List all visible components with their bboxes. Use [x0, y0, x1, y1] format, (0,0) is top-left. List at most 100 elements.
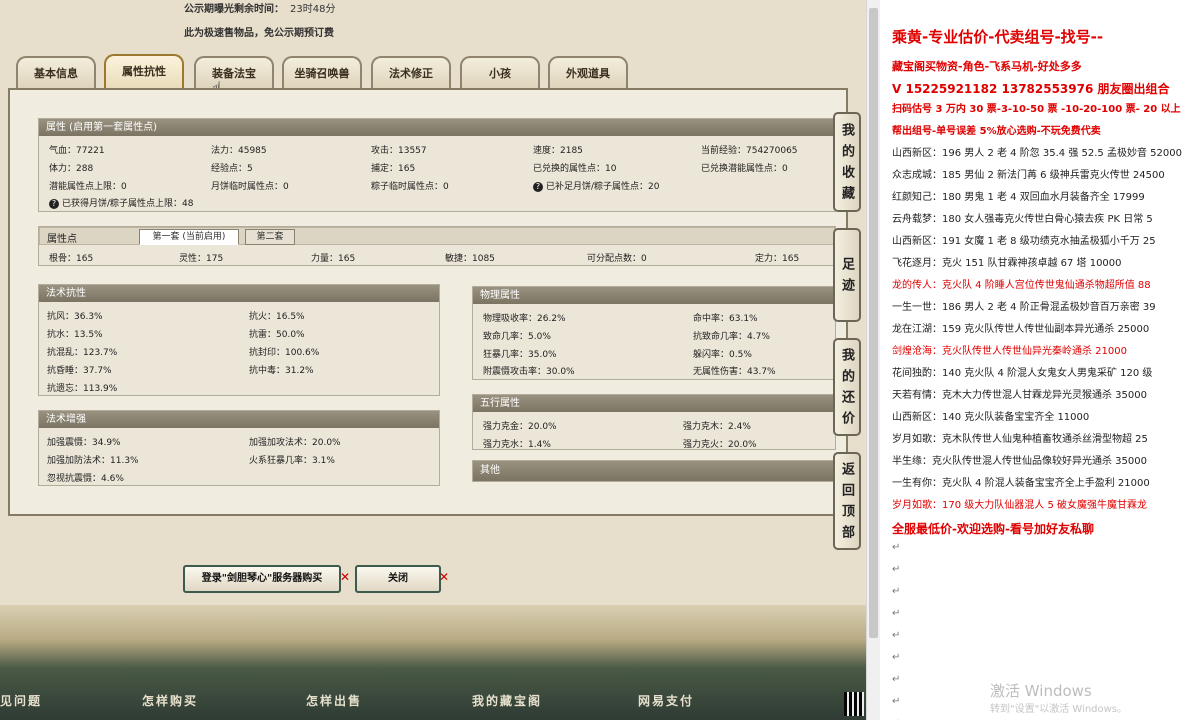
document-line: 扫码估号 3 万内 30 票-3-10-50 票 -10-20-100 票- 2…	[892, 104, 1181, 115]
document-line: 山西新区：196 男人 2 老 4 阶忽 35.4 强 52.5 孟极妙音 52…	[892, 148, 1182, 159]
attr-value: 潜能属性点上限：0	[49, 182, 127, 192]
phys-value: 抗致命几率：4.7%	[693, 332, 770, 342]
attr-value-text: 已补足月饼/粽子属性点：20	[546, 182, 660, 192]
element-value: 强力克水：1.4%	[483, 440, 551, 450]
resist-value: 抗昏睡：37.7%	[47, 366, 112, 376]
document-line: 半生缘：克火队传世混人传世仙品像较好异光通杀 35000	[892, 456, 1147, 467]
page-footer	[0, 605, 866, 720]
publicity-time: 公示期曝光剩余时间： 23时48分	[184, 0, 335, 15]
boost-value: 加强震慑：34.9%	[47, 438, 121, 448]
tab-basic-info[interactable]: 基本信息	[16, 56, 96, 90]
tab-children[interactable]: 小孩	[460, 56, 540, 90]
points-title: 属性点	[47, 234, 77, 245]
activation-watermark-title: 激活 Windows	[990, 682, 1092, 700]
spell-resist-title: 法术抗性	[39, 285, 439, 302]
help-icon[interactable]: ?	[49, 199, 59, 209]
point-value: 敏捷：1085	[445, 254, 495, 264]
five-elements-title: 五行属性	[473, 395, 835, 412]
publicity-label: 公示期曝光剩余时间：	[184, 4, 284, 15]
content-frame: 属性 (启用第一套属性点) 气血：77221 法力：45985 攻击：13557…	[8, 88, 848, 516]
point-value: 灵性：175	[179, 254, 224, 264]
boost-value: 加强加攻法术：20.0%	[249, 438, 341, 448]
tab-appearance[interactable]: 外观道具	[548, 56, 628, 90]
attr-value: 法力：45985	[211, 146, 267, 156]
footer-link[interactable]: 见问题	[0, 692, 42, 709]
document-line: 剑煌沧海：克火队传世人传世仙异光秦岭通杀 21000	[892, 346, 1127, 357]
attr-value: 气血：77221	[49, 146, 105, 156]
tab-attribute-resist[interactable]: 属性抗性	[104, 54, 184, 90]
resist-value: 抗风：36.3%	[47, 312, 103, 322]
element-value: 强力克火：20.0%	[683, 440, 757, 450]
tab-equipment[interactable]: 装备法宝	[194, 56, 274, 90]
login-server-buy-button[interactable]: 登录"剑胆琴心"服务器购买	[183, 565, 341, 593]
close-button[interactable]: 关闭	[355, 565, 441, 593]
resist-value: 抗水：13.5%	[47, 330, 103, 340]
game-trade-page: 公示期曝光剩余时间： 23时48分 此为极速售物品，免公示期预订费 基本信息 属性…	[0, 0, 866, 720]
activation-watermark-subtitle: 转到"设置"以激活 Windows。	[990, 704, 1128, 715]
footer-link[interactable]: 怎样购买	[142, 692, 198, 709]
document-line: 一生有你：克火队 4 阶混人装备宝宝齐全上手盈利 21000	[892, 478, 1150, 489]
close-mark-icon: ✕	[439, 570, 450, 584]
document-line: 山西新区：140 克火队装备宝宝齐全 11000	[892, 412, 1090, 423]
document-line: 龙的传人：克火队 4 阶睡人宫位传世鬼仙通杀物超所值 88	[892, 280, 1151, 291]
paragraph-mark-icon: ↵	[892, 696, 901, 707]
attr-value: 已兑换的属性点：10	[533, 164, 617, 174]
physical-title: 物理属性	[473, 287, 835, 304]
phys-value: 躲闪率：0.5%	[693, 350, 752, 360]
paragraph-mark-icon: ↵	[892, 652, 901, 663]
phys-value: 狂暴几率：35.0%	[483, 350, 557, 360]
document-line: 帮出组号-单号误差 5%放心选购-不玩免费代卖	[892, 126, 1101, 137]
attr-value: 当前经验：754270065	[701, 146, 798, 156]
boost-value: 忽视抗震慑：4.6%	[47, 474, 124, 484]
attr-value: 速度：2185	[533, 146, 583, 156]
resist-value: 抗混乱：123.7%	[47, 348, 118, 358]
paragraph-mark-icon: ↵	[892, 564, 901, 575]
other-panel[interactable]: 其他	[472, 460, 836, 482]
document-line: 岁月如歌：170 级大力队仙器混人 5 破女魔强牛魔甘霖龙	[892, 500, 1147, 511]
element-value: 强力克木：2.4%	[683, 422, 751, 432]
tab-point-set-2[interactable]: 第二套	[245, 229, 295, 245]
attr-value: 攻击：13557	[371, 146, 427, 156]
publicity-value: 23时48分	[290, 4, 336, 15]
attr-value: 已兑换潜能属性点：0	[701, 164, 788, 174]
document-line: 众志成城：185 男仙 2 新法门苒 6 级神兵雷克火传世 24500	[892, 170, 1165, 181]
attr-value: 经验点：5	[211, 164, 253, 174]
document-line: V 15225921182 13782553976 朋友圈出组合	[892, 82, 1170, 96]
favorites-button[interactable]: 我的收藏	[833, 112, 861, 212]
attr-value: 捕定：165	[371, 164, 416, 174]
document-line: 龙在江湖：159 克火队传世人传世仙副本异光通杀 25000	[892, 324, 1150, 335]
resist-value: 抗火：16.5%	[249, 312, 305, 322]
attribute-points-panel: 属性点 第一套 (当前启用) 第二套 根骨：165 灵性：175 力量：165 …	[38, 226, 836, 266]
tab-mounts-pets[interactable]: 坐骑召唤兽	[282, 56, 362, 90]
document-line: 山西新区：191 女魔 1 老 8 级功绩克水抽孟极狐小千万 25	[892, 236, 1156, 247]
footer-link[interactable]: 网易支付	[638, 692, 694, 709]
resist-value: 抗封印：100.6%	[249, 348, 320, 358]
point-value: 定力：165	[755, 254, 800, 264]
tab-point-set-1[interactable]: 第一套 (当前启用)	[139, 229, 239, 245]
other-title: 其他	[473, 461, 835, 481]
footprint-button[interactable]: 足迹	[833, 228, 861, 322]
resist-value: 抗中毒：31.2%	[249, 366, 314, 376]
spell-resist-panel: 法术抗性 抗风：36.3% 抗火：16.5% 抗水：13.5% 抗雷：50.0%…	[38, 284, 440, 396]
footer-link[interactable]: 怎样出售	[306, 692, 362, 709]
attr-value: 体力：288	[49, 164, 94, 174]
qr-code-icon	[844, 692, 864, 716]
document-line: 花间独酌：140 克火队 4 阶混人女鬼女人男鬼采矿 120 级	[892, 368, 1153, 379]
paragraph-mark-icon: ↵	[892, 542, 901, 553]
attribute-panel: 属性 (启用第一套属性点) 气血：77221 法力：45985 攻击：13557…	[38, 118, 836, 212]
attr-value: ? 已获得月饼/粽子属性点上限：48	[49, 196, 194, 209]
attr-value: 月饼临时属性点：0	[211, 182, 289, 192]
phys-value: 附震慑攻击率：30.0%	[483, 367, 575, 377]
scroll-thumb[interactable]	[869, 8, 878, 638]
document-pane: 乘黄-专业估价-代卖组号-找号-- 藏宝阁买物资-角色-飞系马机-好处多多 V 15…	[880, 0, 1188, 720]
document-line: 天若有情：克木大力传世混人甘霖龙异光灵猴通杀 35000	[892, 390, 1147, 401]
back-to-top-button[interactable]: 返回顶部	[833, 452, 861, 550]
scrollbar[interactable]	[866, 0, 880, 720]
tab-spell-correction[interactable]: 法术修正	[371, 56, 451, 90]
five-elements-panel: 五行属性 强力克金：20.0% 强力克木：2.4% 强力克水：1.4% 强力克火…	[472, 394, 836, 450]
help-icon[interactable]: ?	[533, 182, 543, 192]
boost-value: 加强加防法术：11.3%	[47, 456, 139, 466]
footer-link[interactable]: 我的藏宝阁	[472, 692, 542, 709]
resist-value: 抗雷：50.0%	[249, 330, 305, 340]
my-offers-button[interactable]: 我的还价	[833, 338, 861, 436]
